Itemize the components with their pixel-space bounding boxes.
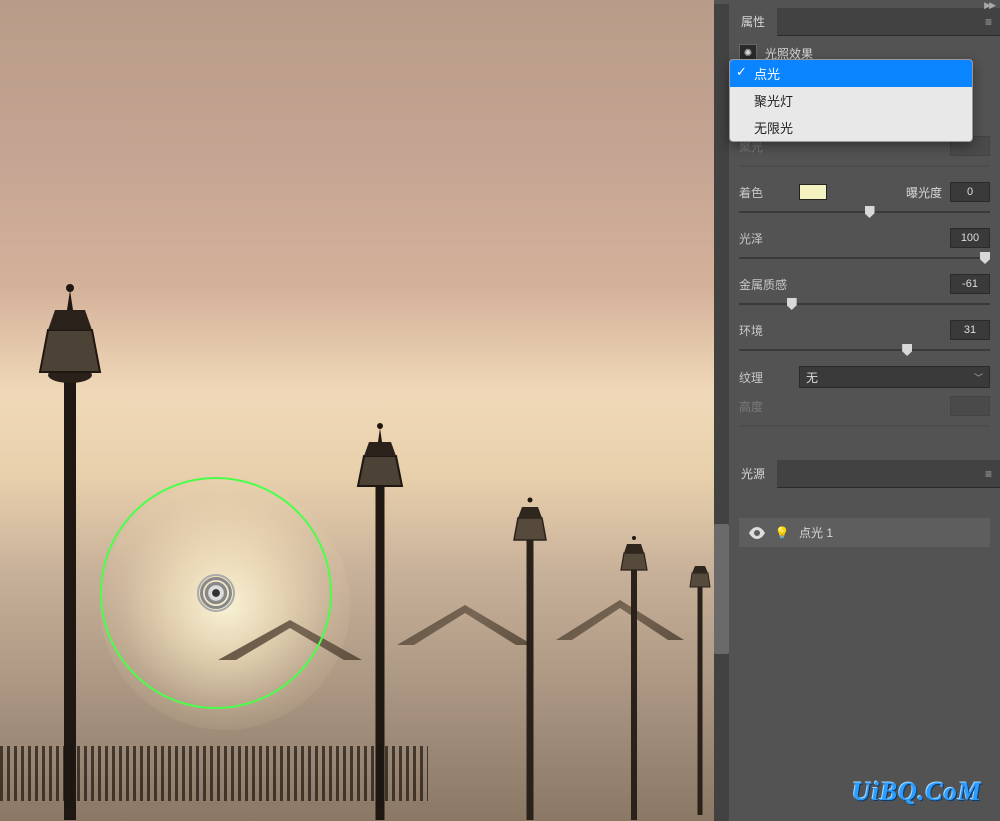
viewport-scrollbar[interactable] — [714, 4, 729, 821]
gloss-row: 光泽 100 — [729, 224, 1000, 252]
properties-tab-bar: 属性 ≡ — [729, 8, 1000, 36]
light-gizmo-center[interactable] — [200, 577, 232, 609]
ambience-slider-thumb[interactable] — [902, 344, 912, 356]
panel-menu-icon[interactable]: ≡ — [977, 467, 1000, 481]
lights-tab-bar: 光源 ≡ — [729, 460, 1000, 488]
light-type-dropdown[interactable]: 点光 聚光灯 无限光 — [729, 59, 973, 142]
exposure-value[interactable]: 0 — [950, 182, 990, 202]
height-value — [950, 396, 990, 416]
properties-panel: ▶▶ 属性 ≡ ✺ 光照效果 点光 聚光灯 无限光 聚光 着色 曝光度 0 光泽… — [729, 0, 1000, 821]
metallic-slider-thumb[interactable] — [787, 298, 797, 310]
gloss-label: 光泽 — [739, 230, 791, 247]
lamp-post — [15, 280, 125, 820]
light-item-name: 点光 1 — [799, 524, 833, 541]
texture-select[interactable]: 无 ﹀ — [799, 366, 990, 388]
light-list-item[interactable]: 💡 点光 1 — [739, 518, 990, 547]
chevron-down-icon: ﹀ — [974, 371, 983, 384]
visibility-eye-icon[interactable] — [749, 525, 765, 541]
lamp-post — [500, 490, 560, 820]
lights-tab[interactable]: 光源 — [729, 459, 777, 488]
ambience-label: 环境 — [739, 322, 791, 339]
railing — [0, 746, 428, 801]
colorize-exposure-row: 着色 曝光度 0 — [729, 178, 1000, 206]
spotlight-slider — [739, 160, 990, 172]
metallic-row: 金属质感 -61 — [729, 270, 1000, 298]
exposure-label: 曝光度 — [906, 184, 942, 201]
gloss-slider[interactable] — [739, 252, 990, 264]
lamp-post — [682, 555, 714, 815]
height-label: 高度 — [739, 398, 791, 415]
exposure-slider-thumb[interactable] — [865, 206, 875, 218]
ambience-slider[interactable] — [739, 344, 990, 356]
colorize-swatch[interactable] — [799, 184, 827, 200]
lights-panel: 光源 ≡ 💡 点光 1 — [729, 460, 1000, 547]
canvas-viewport[interactable] — [0, 0, 714, 821]
gloss-value[interactable]: 100 — [950, 228, 990, 248]
texture-label: 纹理 — [739, 369, 791, 386]
ambience-value[interactable]: 31 — [950, 320, 990, 340]
watermark: UiBQ.CoM — [852, 777, 982, 807]
height-slider — [739, 420, 990, 432]
texture-value: 无 — [806, 369, 818, 386]
light-bulb-icon: 💡 — [775, 526, 789, 540]
height-row: 高度 — [729, 392, 1000, 420]
dropdown-option-infinite[interactable]: 无限光 — [730, 114, 972, 141]
scrollbar-thumb[interactable] — [714, 524, 729, 654]
texture-row: 纹理 无 ﹀ — [729, 362, 1000, 392]
ambience-row: 环境 31 — [729, 316, 1000, 344]
panel-menu-icon[interactable]: ≡ — [977, 15, 1000, 29]
metallic-value[interactable]: -61 — [950, 274, 990, 294]
properties-tab[interactable]: 属性 — [729, 7, 777, 36]
gloss-slider-thumb[interactable] — [980, 252, 990, 264]
lamp-post — [610, 530, 658, 820]
colorize-label: 着色 — [739, 184, 791, 201]
metallic-slider[interactable] — [739, 298, 990, 310]
light-glow — [100, 480, 350, 730]
dropdown-option-point[interactable]: 点光 — [730, 60, 972, 87]
metallic-label: 金属质感 — [739, 276, 791, 293]
exposure-slider[interactable] — [739, 206, 990, 218]
panel-collapse-icon[interactable]: ▶▶ — [984, 0, 994, 11]
dropdown-option-spot[interactable]: 聚光灯 — [730, 87, 972, 114]
